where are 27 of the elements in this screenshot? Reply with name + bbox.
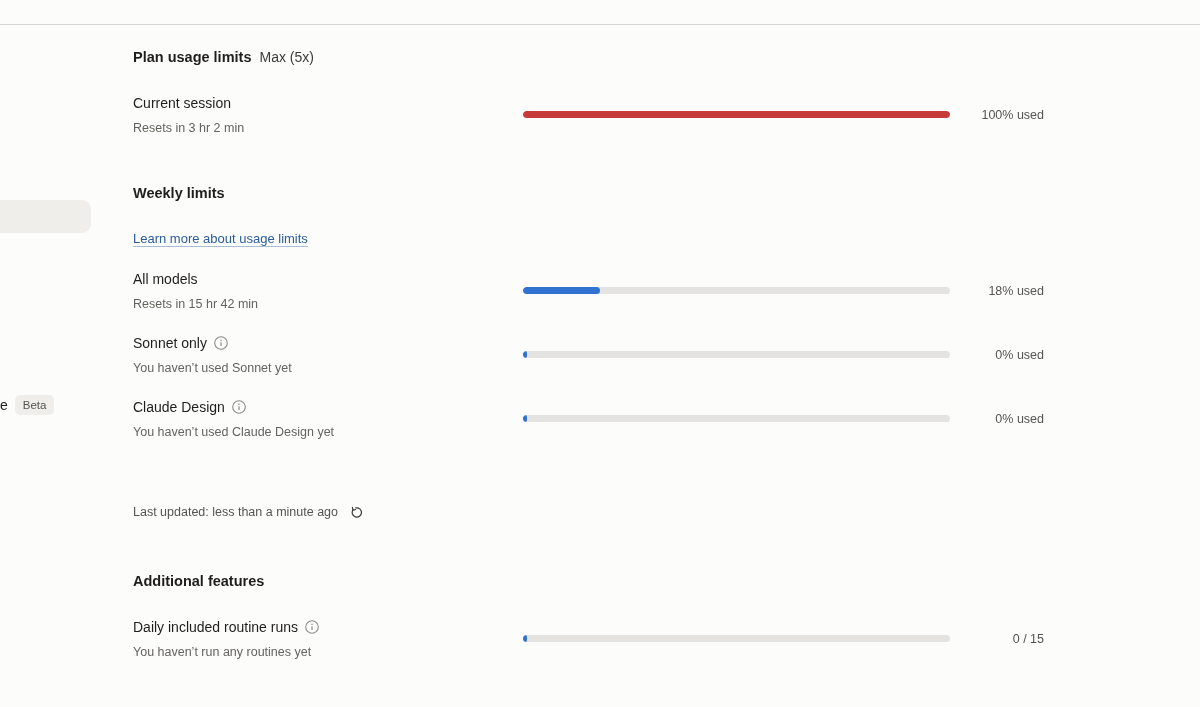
limit-detail: Resets in 15 hr 42 min	[133, 296, 260, 313]
plan-name: Max (5x)	[259, 48, 314, 67]
info-icon[interactable]	[213, 336, 228, 350]
section-title: Plan usage limits	[133, 48, 252, 67]
last-updated-text: Last updated: less than a minute ago	[133, 504, 338, 521]
limit-detail: You haven’t used Claude Design yet	[133, 424, 336, 441]
usage-reading: 0% used	[995, 411, 1044, 428]
limit-label: Claude Design	[133, 398, 225, 417]
limit-label: All models	[133, 270, 198, 289]
usage-reading: 18% used	[988, 283, 1044, 300]
info-icon[interactable]	[305, 620, 319, 634]
limit-detail: Resets in 3 hr 2 min	[133, 120, 246, 137]
section-title: Additional features	[133, 572, 265, 591]
limit-detail: You haven’t run any routines yet	[133, 644, 313, 661]
usage-reading: 0 / 15	[1012, 631, 1044, 648]
limit-label: Sonnet only	[133, 334, 207, 353]
limit-label: Current session	[133, 94, 232, 113]
usage-limits-link[interactable]: Learn more about usage limits	[133, 230, 308, 248]
usage-reading: 0% used	[995, 347, 1044, 364]
limit-detail: You haven’t used Sonnet yet	[133, 360, 293, 377]
info-icon[interactable]	[231, 400, 246, 414]
beta-badge: Beta	[14, 394, 55, 415]
limit-label: Daily included routine runs	[133, 618, 298, 637]
refresh-icon[interactable]	[350, 505, 363, 519]
section-title: Weekly limits	[133, 184, 225, 203]
sidebar-item[interactable]: e	[0, 388, 8, 421]
usage-reading: 100% used	[981, 107, 1044, 124]
